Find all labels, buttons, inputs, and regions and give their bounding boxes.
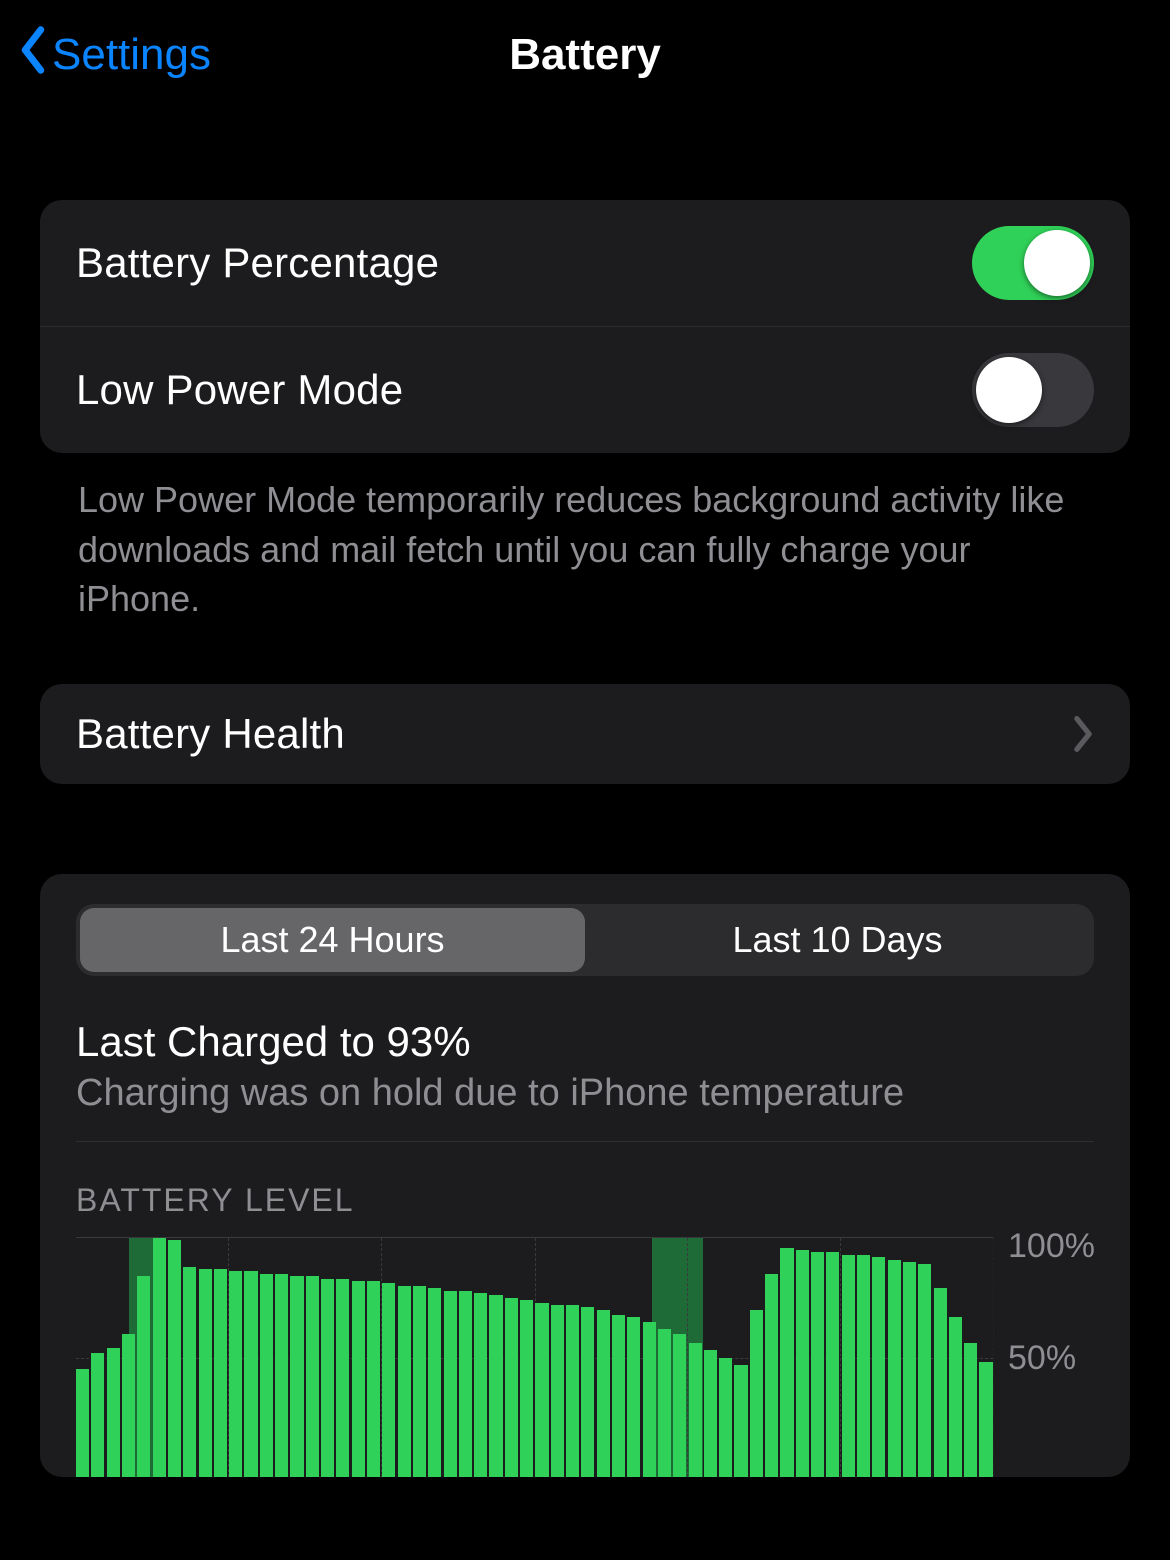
back-button[interactable]: Settings (0, 25, 211, 86)
battery-health-group: Battery Health (40, 684, 1130, 784)
chart-bar (505, 1298, 518, 1477)
last-charged-title: Last Charged to 93% (76, 1018, 1094, 1066)
chart-bar (76, 1369, 89, 1477)
chart-bar (275, 1274, 288, 1477)
chevron-right-icon (1072, 714, 1094, 754)
chart-bar (689, 1343, 702, 1477)
low-power-footnote: Low Power Mode temporarily reduces backg… (40, 453, 1130, 624)
battery-health-row[interactable]: Battery Health (40, 684, 1130, 784)
chart-bar (627, 1317, 640, 1477)
chart-bar (183, 1267, 196, 1477)
chart-bar (566, 1305, 579, 1477)
chart-bar (551, 1305, 564, 1477)
chart-bar (428, 1288, 441, 1477)
chevron-left-icon (18, 25, 48, 86)
chart-bar (352, 1281, 365, 1477)
chart-bar (474, 1293, 487, 1477)
chart-bar (979, 1362, 992, 1477)
chart-bar (153, 1238, 166, 1477)
chart-bar (91, 1353, 104, 1477)
battery-percentage-row: Battery Percentage (40, 200, 1130, 326)
chart-bar (934, 1288, 947, 1477)
chart-bar (367, 1281, 380, 1477)
back-label: Settings (52, 30, 211, 80)
low-power-mode-switch[interactable] (972, 353, 1094, 427)
battery-level-chart: 100% 50% (76, 1237, 1094, 1477)
chart-bar (244, 1271, 257, 1477)
chart-title: BATTERY LEVEL (76, 1182, 1094, 1219)
chart-bar (903, 1262, 916, 1477)
chart-bar (229, 1271, 242, 1477)
chart-bar (842, 1255, 855, 1477)
chart-bar (658, 1329, 671, 1477)
chart-bar (643, 1322, 656, 1477)
chart-bar (382, 1283, 395, 1477)
chart-bar (444, 1291, 457, 1477)
chart-bar (673, 1334, 686, 1477)
chart-bar (796, 1250, 809, 1477)
chart-bar (489, 1295, 502, 1477)
chart-bar (535, 1303, 548, 1477)
chart-bar (888, 1260, 901, 1477)
chart-bar (780, 1248, 793, 1477)
battery-percentage-switch[interactable] (972, 226, 1094, 300)
chart-bar (964, 1343, 977, 1477)
toggle-group: Battery Percentage Low Power Mode (40, 200, 1130, 453)
battery-percentage-label: Battery Percentage (76, 239, 439, 287)
chart-bar (597, 1310, 610, 1477)
chart-bar (306, 1276, 319, 1477)
y-tick-50: 50% (1008, 1339, 1076, 1378)
chart-bar (214, 1269, 227, 1477)
chart-bar (750, 1310, 763, 1477)
divider (76, 1141, 1094, 1142)
chart-bar (122, 1334, 135, 1477)
chart-bar (260, 1274, 273, 1477)
chart-bar (612, 1315, 625, 1478)
chart-bar (137, 1276, 150, 1477)
last-charged-subtitle: Charging was on hold due to iPhone tempe… (76, 1072, 1094, 1115)
chart-bar (581, 1307, 594, 1477)
time-range-segmented: Last 24 Hours Last 10 Days (76, 904, 1094, 976)
chart-bar (199, 1269, 212, 1477)
chart-bar (398, 1286, 411, 1477)
low-power-mode-label: Low Power Mode (76, 366, 403, 414)
chart-bar (765, 1274, 778, 1477)
chart-bar (336, 1279, 349, 1477)
chart-bar (949, 1317, 962, 1477)
chart-bar (857, 1255, 870, 1477)
battery-health-label: Battery Health (76, 710, 345, 758)
chart-bar (826, 1252, 839, 1477)
chart-bar (413, 1286, 426, 1477)
chart-bar (321, 1279, 334, 1477)
chart-bar (811, 1252, 824, 1477)
usage-card: Last 24 Hours Last 10 Days Last Charged … (40, 874, 1130, 1477)
chart-bar (168, 1240, 181, 1477)
chart-bar (520, 1300, 533, 1477)
low-power-mode-row: Low Power Mode (40, 326, 1130, 453)
seg-last-10-days[interactable]: Last 10 Days (585, 908, 1090, 972)
chart-bar (704, 1350, 717, 1477)
chart-bar (459, 1291, 472, 1477)
y-tick-100: 100% (1008, 1227, 1095, 1266)
chart-bar (734, 1365, 747, 1477)
seg-last-24-hours[interactable]: Last 24 Hours (80, 908, 585, 972)
chart-bar (107, 1348, 120, 1477)
chart-bar (719, 1358, 732, 1478)
chart-bar (872, 1257, 885, 1477)
chart-bar (918, 1264, 931, 1477)
chart-bar (290, 1276, 303, 1477)
